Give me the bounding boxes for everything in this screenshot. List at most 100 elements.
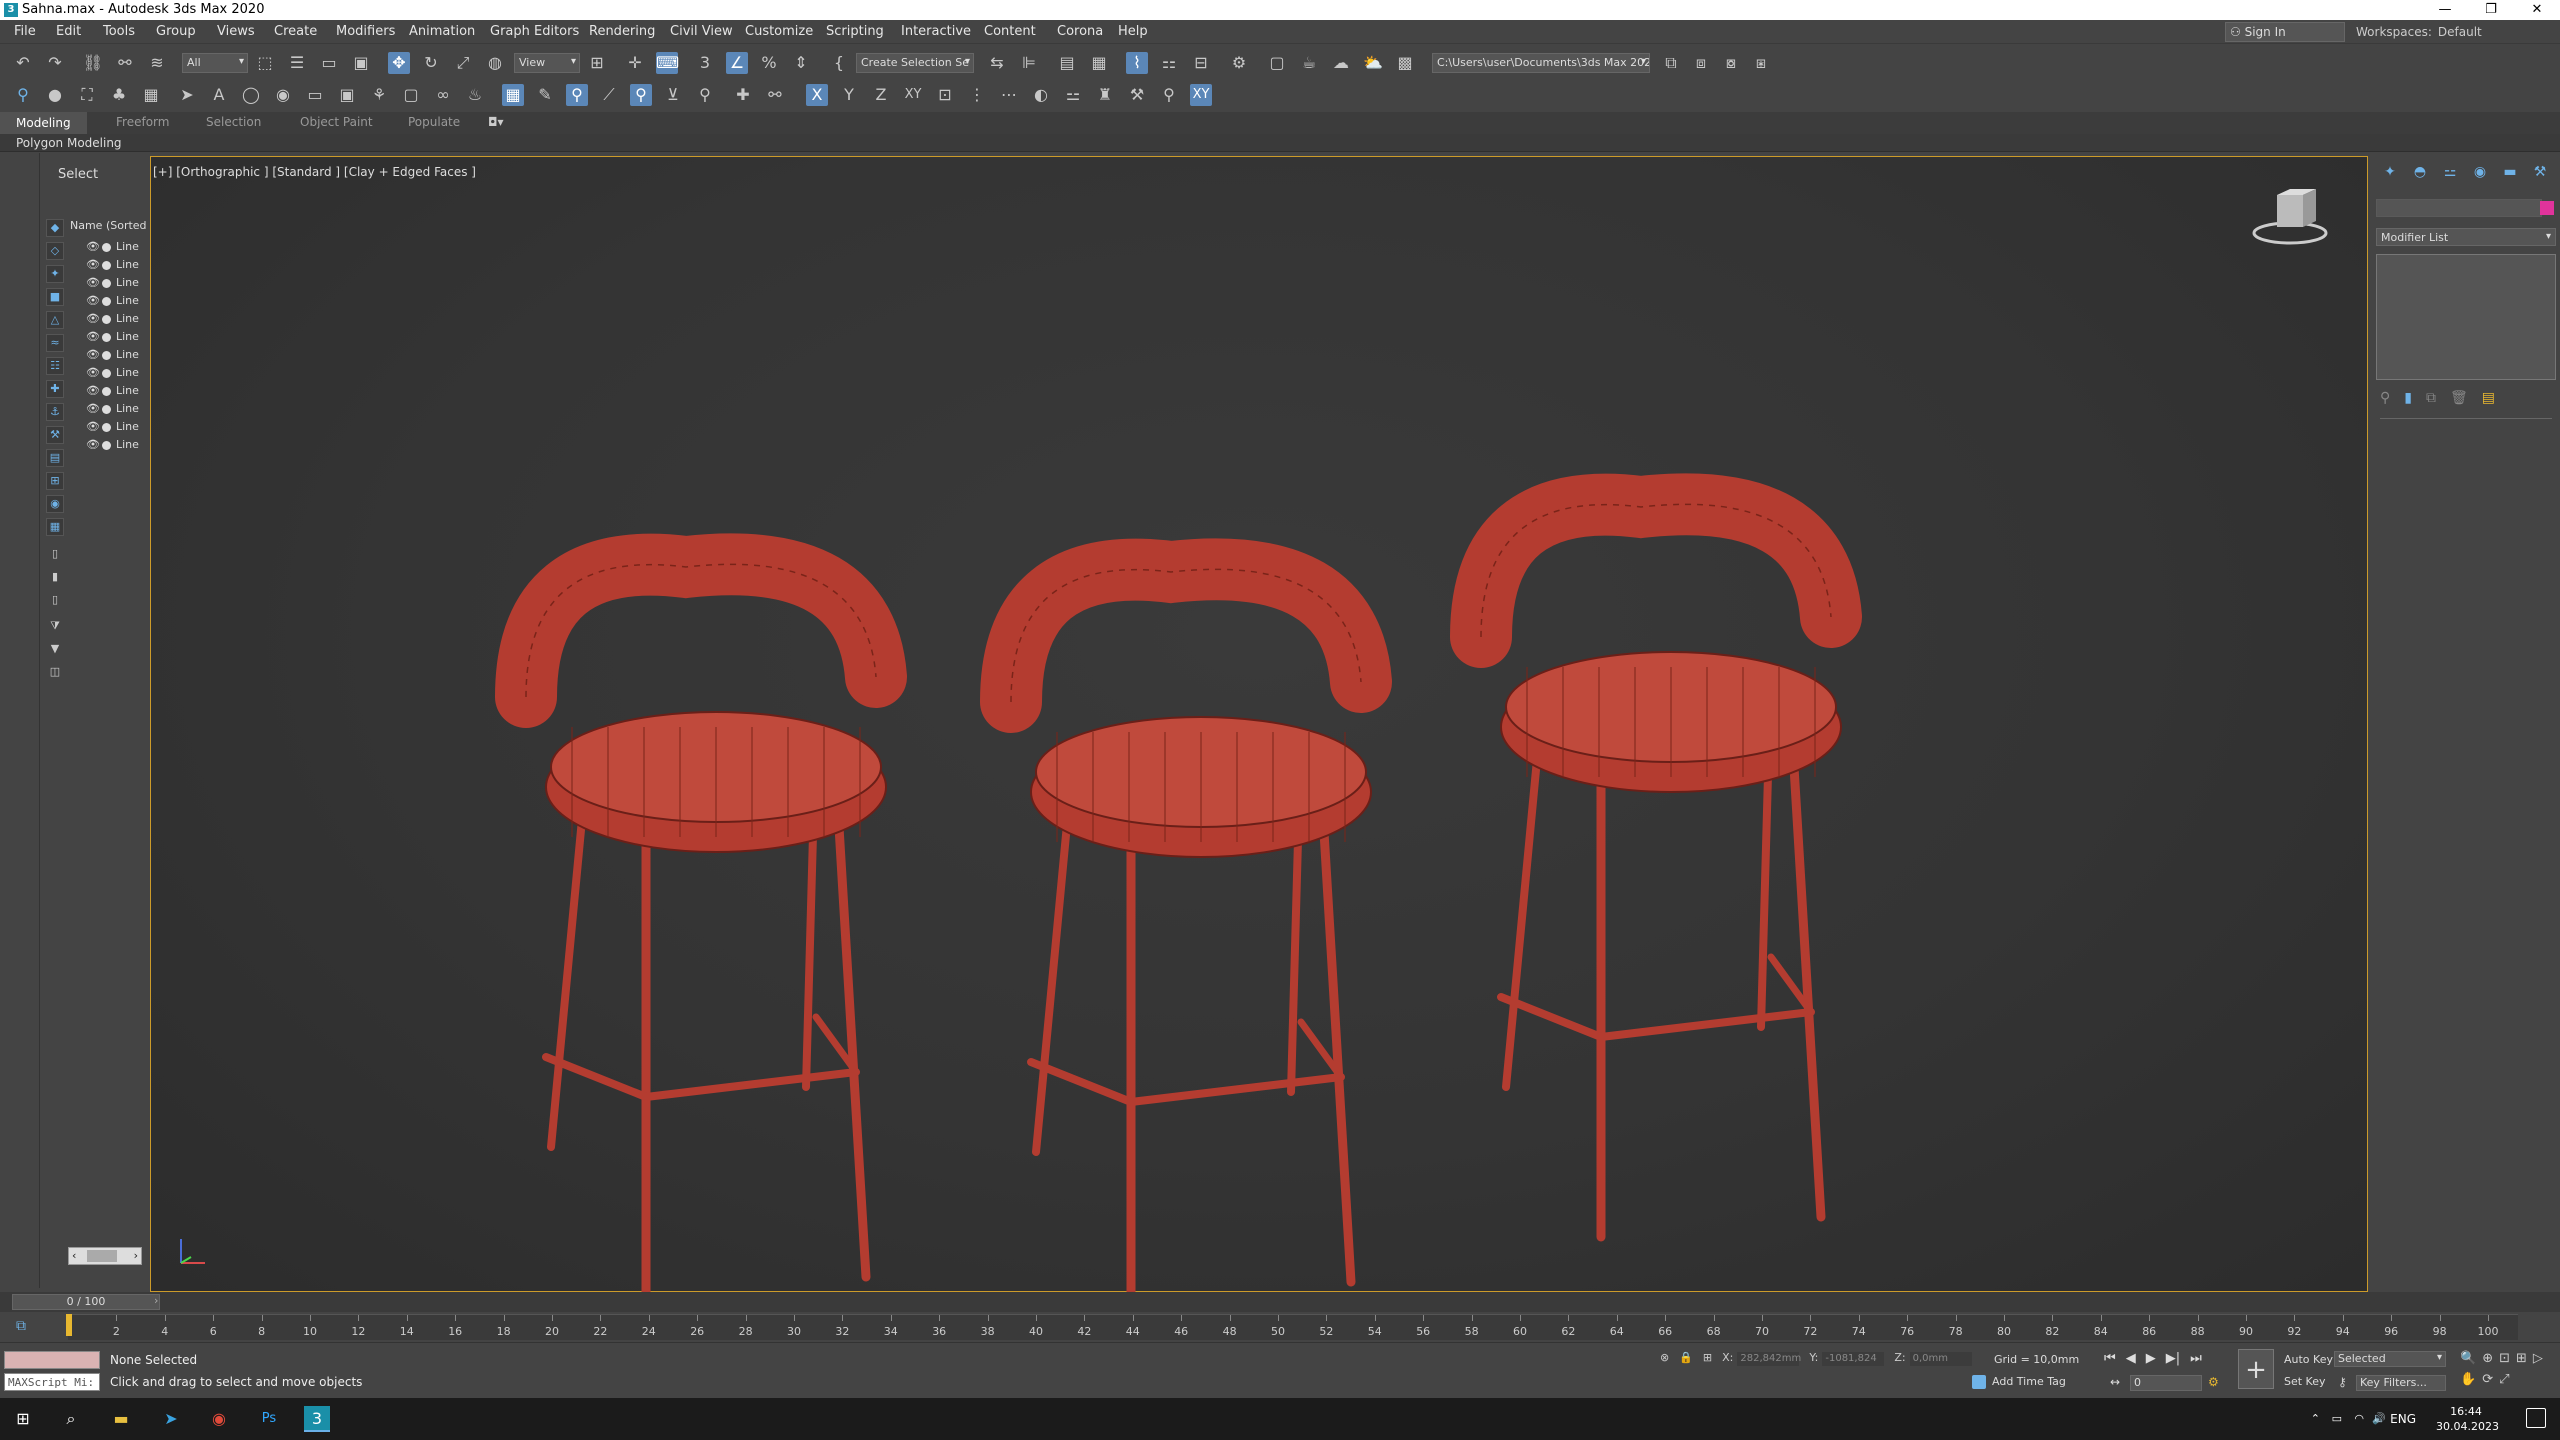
box-select-icon[interactable]: ▣ (336, 84, 358, 106)
material-editor-icon[interactable]: ⊟ (1190, 52, 1212, 74)
biped-icon[interactable]: ♜ (1094, 84, 1116, 106)
link-icon[interactable]: ⛓ (82, 52, 104, 74)
play-icon[interactable]: ▶ (2146, 1351, 2156, 1366)
unlink-icon[interactable]: ⚯ (114, 52, 136, 74)
text-icon[interactable]: A (208, 84, 230, 106)
add-time-tag-button[interactable]: Add Time Tag (1972, 1375, 2066, 1389)
hierarchy-icon[interactable]: ⚍ (1062, 84, 1084, 106)
select-by-name-icon[interactable]: ☰ (286, 52, 308, 74)
menu-interactive[interactable]: Interactive (901, 24, 971, 39)
menu-create[interactable]: Create (274, 24, 317, 39)
project-icon-2[interactable]: ⧈ (1690, 52, 1712, 74)
eye-icon[interactable]: 👁 (86, 438, 100, 451)
redo-icon[interactable]: ↷ (44, 52, 66, 74)
windows-start-icon[interactable]: ⊞ (10, 1406, 36, 1432)
close-icon[interactable]: ✕ (2514, 0, 2560, 20)
menu-scripting[interactable]: Scripting (826, 24, 884, 39)
configure-sets-icon[interactable]: ▤ (2482, 390, 2495, 406)
maximize-viewport-icon[interactable]: ⤢ (2499, 1372, 2509, 1387)
menu-corona[interactable]: Corona (1057, 24, 1103, 39)
eye-icon[interactable]: 👁 (86, 276, 100, 289)
snap-face-icon[interactable]: ⚲ (630, 84, 652, 106)
snap-vertex-icon[interactable]: ⚲ (566, 84, 588, 106)
menu-file[interactable]: File (14, 24, 36, 39)
set-keys-icon[interactable]: + (2238, 1349, 2274, 1389)
zoom-icon[interactable]: 🔍 (2460, 1351, 2476, 1366)
grid-icon[interactable]: ▦ (140, 84, 162, 106)
select-place-icon[interactable]: ◍ (484, 52, 506, 74)
file-icon[interactable]: ▯ (46, 592, 64, 610)
pin-icon[interactable]: ⚲ (1158, 84, 1180, 106)
toggle-ribbon-icon[interactable]: ▦ (1088, 52, 1110, 74)
volume-icon[interactable]: 🔊 (2372, 1412, 2386, 1425)
scroll-right-icon[interactable]: › (134, 1249, 138, 1262)
name-column-header[interactable]: Name (Sorted Ascending) (70, 219, 150, 232)
sphere-icon[interactable]: ● (44, 84, 66, 106)
explorer-scrollbar[interactable]: ‹ › (68, 1247, 142, 1265)
remove-modifier-icon[interactable]: 🗑 (2450, 390, 2468, 406)
network-icon[interactable]: ▭ (2332, 1412, 2342, 1425)
percent-snap-icon[interactable]: % (758, 52, 780, 74)
track-bar-icon[interactable]: ⧉ (16, 1318, 26, 1334)
mirror-icon[interactable]: ⇆ (986, 52, 1008, 74)
project-path-dropdown[interactable]: C:\Users\user\Documents\3ds Max 2020 (1432, 53, 1650, 73)
bind-spacewarp-icon[interactable]: ≋ (146, 52, 168, 74)
absolute-mode-icon[interactable]: ⊞ (1703, 1351, 1712, 1366)
frame-icon[interactable]: ▭ (304, 84, 326, 106)
axis-z-button[interactable]: Z (870, 84, 892, 106)
key-filter-icon[interactable]: ⚷ (2338, 1375, 2347, 1389)
frame-ruler[interactable]: 2 4 6 8 10 12 14 16 18 20 22 24 26 28 30 32 34 36 38 40 42 44… (68, 1314, 2518, 1340)
display-hidden-icon[interactable]: ⊞ (46, 472, 64, 490)
axis-xy-button[interactable]: XY (902, 84, 924, 106)
auto-key-button[interactable]: Auto Key (2284, 1353, 2333, 1366)
list-item[interactable]: 👁 Line (86, 419, 146, 437)
time-slider-right-icon[interactable]: › (154, 1294, 158, 1307)
polygon-modeling-label[interactable]: Polygon Modeling (16, 136, 122, 150)
axis-y-button[interactable]: Y (838, 84, 860, 106)
next-frame-icon[interactable]: ▶| (2166, 1351, 2180, 1366)
make-unique-icon[interactable]: ⧉ (2426, 390, 2436, 406)
eye-icon[interactable]: 👁 (86, 312, 100, 325)
clock[interactable]: 16:44 30.04.2023 (2436, 1404, 2499, 1434)
tree-icon[interactable]: ♣ (108, 84, 130, 106)
wifi-icon[interactable]: ◠ (2354, 1412, 2364, 1425)
tray-chevron-icon[interactable]: ⌃ (2311, 1412, 2320, 1425)
schematic-view-icon[interactable]: ⚏ (1158, 52, 1180, 74)
current-frame-input[interactable]: 0 (2130, 1375, 2202, 1391)
eye-icon[interactable]: 👁 (86, 258, 100, 271)
window-crossing-icon[interactable]: ▣ (350, 52, 372, 74)
goto-end-icon[interactable]: ⏭ (2190, 1351, 2202, 1366)
list-item[interactable]: 👁 Line (86, 383, 146, 401)
align-icon[interactable]: ⊫ (1018, 52, 1040, 74)
menu-tools[interactable]: Tools (103, 24, 135, 39)
project-icon-4[interactable]: ⧆ (1750, 52, 1772, 74)
list-item[interactable]: 👁 Line (86, 257, 146, 275)
snap-grid-icon[interactable]: ▦ (502, 84, 524, 106)
key-mode-dropdown[interactable]: Selected (2334, 1351, 2446, 1367)
viewport-orthographic[interactable]: [+] [Orthographic ] [Standard ] [Clay + … (150, 156, 2368, 1293)
display-frozen-icon[interactable]: ▤ (46, 449, 64, 467)
group-icon[interactable]: ⚘ (368, 84, 390, 106)
list-item[interactable]: 👁 Line (86, 437, 146, 455)
modifier-list-dropdown[interactable]: Modifier List (2376, 228, 2556, 246)
list-item[interactable]: 👁 Line (86, 329, 146, 347)
display-groups-icon[interactable]: ☷ (46, 357, 64, 375)
z-coordinate-field[interactable]: 0,0mm (1909, 1352, 1972, 1366)
restore-icon[interactable]: ❐ (2468, 0, 2514, 20)
tab-populate[interactable]: Populate (408, 115, 460, 129)
list-item[interactable]: 👁 Line (86, 311, 146, 329)
helper-icon[interactable]: ⛶ (76, 84, 98, 106)
menu-group[interactable]: Group (156, 24, 196, 39)
eye-icon[interactable]: 👁 (86, 420, 100, 433)
manipulate-icon[interactable]: ✛ (624, 52, 646, 74)
eye-icon[interactable]: 👁 (86, 384, 100, 397)
search-icon[interactable]: ⌕ (58, 1406, 84, 1432)
eye-icon[interactable]: 👁 (86, 294, 100, 307)
pin-stack-icon[interactable]: ⚲ (2380, 390, 2390, 406)
funnel-icon[interactable]: ▼ (46, 641, 64, 659)
list-item[interactable]: 👁 Line (86, 365, 146, 383)
list-item[interactable]: 👁 Line (86, 275, 146, 293)
shade-icon[interactable]: ◐ (1030, 84, 1052, 106)
tab-selection[interactable]: Selection (206, 115, 261, 129)
render-production-icon[interactable]: ☕ (1298, 52, 1320, 74)
